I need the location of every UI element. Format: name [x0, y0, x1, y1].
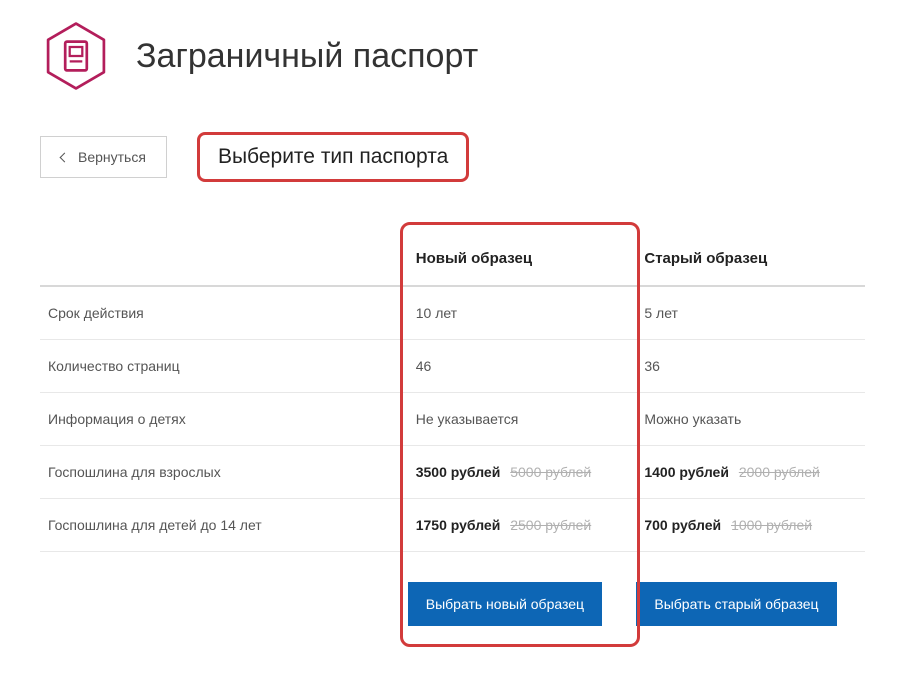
back-button-label: Вернуться — [78, 149, 146, 165]
table-header-row: Новый образец Старый образец — [40, 232, 865, 287]
fee-original: 2500 рублей — [510, 517, 591, 533]
cell-fee-old: 700 рублей 1000 рублей — [636, 499, 865, 551]
fee-original: 1000 рублей — [731, 517, 812, 533]
cell-fee-new: 3500 рублей 5000 рублей — [408, 446, 637, 498]
cell-value-old: 36 — [636, 340, 865, 392]
comparison-table: Новый образец Старый образец Срок действ… — [40, 232, 865, 626]
row-label: Срок действия — [40, 287, 408, 339]
table-row: Госпошлина для детей до 14 лет 1750 рубл… — [40, 499, 865, 552]
cell-value-old: Можно указать — [636, 393, 865, 445]
column-header-new: Новый образец — [408, 232, 637, 285]
passport-icon — [40, 20, 112, 92]
button-cell-old: Выбрать старый образец — [636, 582, 865, 626]
fee-price: 1750 рублей — [416, 517, 501, 533]
table-row: Информация о детях Не указывается Можно … — [40, 393, 865, 446]
fee-original: 2000 рублей — [739, 464, 820, 480]
cell-value-new: Не указывается — [408, 393, 637, 445]
row-label: Госпошлина для взрослых — [40, 446, 408, 498]
cell-value-new: 46 — [408, 340, 637, 392]
row-label: Количество страниц — [40, 340, 408, 392]
table-row: Срок действия 10 лет 5 лет — [40, 287, 865, 340]
cell-value-new: 10 лет — [408, 287, 637, 339]
row-label: Информация о детях — [40, 393, 408, 445]
button-row: Выбрать новый образец Выбрать старый обр… — [40, 552, 865, 626]
header-spacer — [40, 241, 408, 277]
comparison-table-container: Новый образец Старый образец Срок действ… — [40, 232, 865, 626]
page-title: Заграничный паспорт — [136, 37, 478, 76]
choose-old-button[interactable]: Выбрать старый образец — [636, 582, 836, 626]
fee-price: 700 рублей — [644, 517, 721, 533]
section-title: Выберите тип паспорта — [197, 132, 469, 182]
column-header-old: Старый образец — [636, 232, 865, 285]
table-row: Количество страниц 46 36 — [40, 340, 865, 393]
back-button[interactable]: Вернуться — [40, 136, 167, 178]
button-cell-new: Выбрать новый образец — [408, 582, 637, 626]
cell-fee-new: 1750 рублей 2500 рублей — [408, 499, 637, 551]
fee-price: 1400 рублей — [644, 464, 729, 480]
fee-original: 5000 рублей — [510, 464, 591, 480]
chevron-left-icon — [60, 152, 70, 162]
cell-fee-old: 1400 рублей 2000 рублей — [636, 446, 865, 498]
button-spacer — [40, 582, 408, 626]
table-row: Госпошлина для взрослых 3500 рублей 5000… — [40, 446, 865, 499]
row-label: Госпошлина для детей до 14 лет — [40, 499, 408, 551]
page-header: Заграничный паспорт — [40, 20, 865, 92]
choose-new-button[interactable]: Выбрать новый образец — [408, 582, 602, 626]
controls-row: Вернуться Выберите тип паспорта — [40, 132, 865, 182]
fee-price: 3500 рублей — [416, 464, 501, 480]
cell-value-old: 5 лет — [636, 287, 865, 339]
